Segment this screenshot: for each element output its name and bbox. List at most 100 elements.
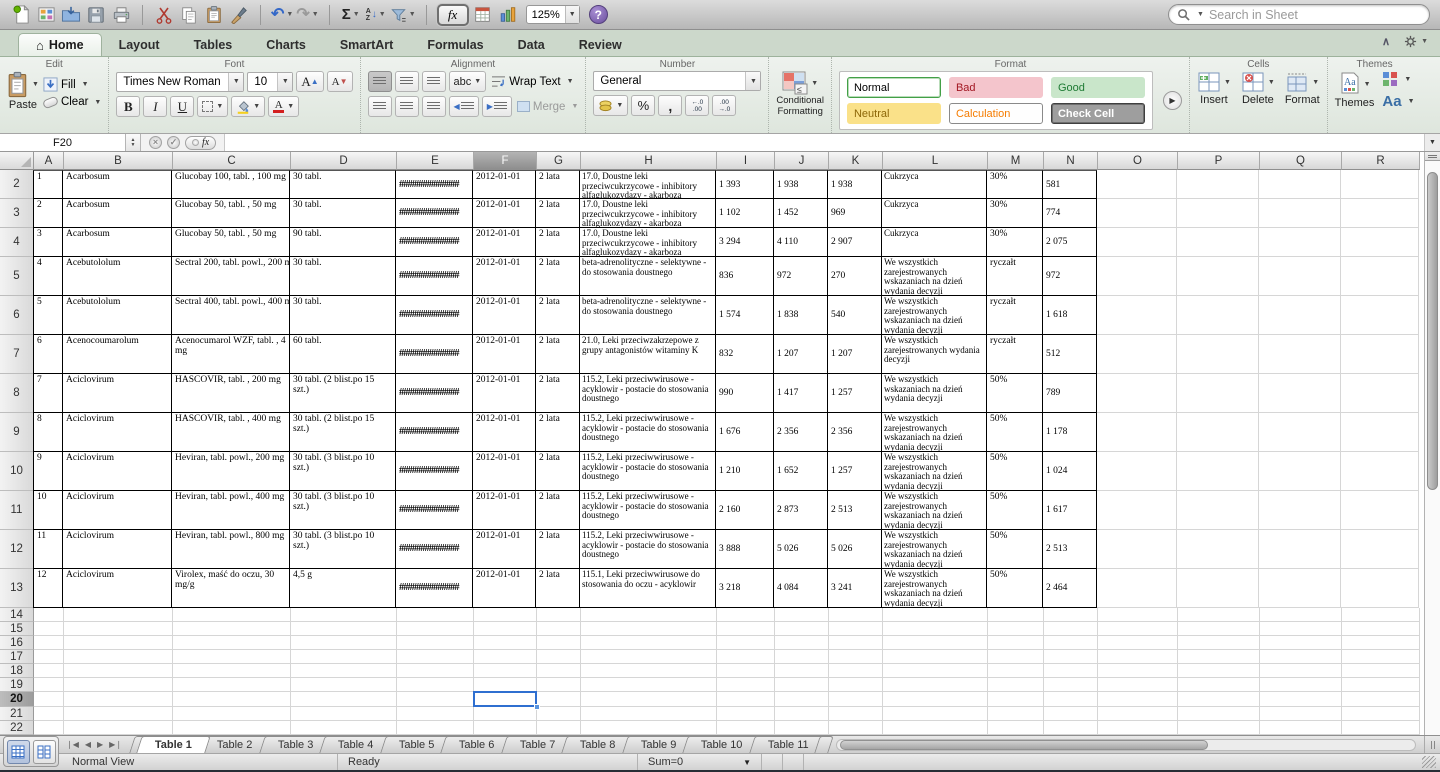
cell-K18[interactable] (829, 664, 883, 678)
cell-G5[interactable]: 2 lata (536, 257, 580, 296)
increase-indent-button[interactable]: ▶ (482, 96, 512, 117)
cell-L7[interactable]: We wszystkich zarejestrowanych wydania d… (882, 335, 987, 374)
formula-bar-dropdown[interactable]: ▼ (1424, 134, 1440, 151)
row-header-4[interactable]: 4 (0, 228, 34, 257)
row-header-21[interactable]: 21 (0, 707, 34, 721)
align-center-button[interactable] (395, 96, 419, 117)
enter-button[interactable]: ✓ (167, 136, 180, 149)
selected-cell-F20[interactable] (474, 692, 537, 707)
format-painter-button[interactable] (228, 3, 250, 27)
cell-C14[interactable] (173, 608, 291, 622)
cell-F9[interactable]: 2012-01-01 (473, 413, 536, 452)
cell-G14[interactable] (537, 608, 581, 622)
row-header-12[interactable]: 12 (0, 530, 34, 569)
cell-L2[interactable]: Cukrzyca (882, 170, 987, 199)
cell-O4[interactable] (1097, 228, 1177, 257)
cell-P6[interactable] (1177, 296, 1259, 335)
cell-O6[interactable] (1097, 296, 1177, 335)
row-header-13[interactable]: 13 (0, 569, 34, 608)
cell-E17[interactable] (397, 650, 474, 664)
column-header-B[interactable]: B (64, 152, 173, 170)
cell-L10[interactable]: We wszystkich zarejestrowanych wskazania… (882, 452, 987, 491)
cell-B19[interactable] (64, 678, 173, 692)
cell-I2[interactable]: 1 393 (716, 170, 774, 199)
cell-H2[interactable]: 17.0, Doustne leki przeciwcukrzycowe - i… (580, 170, 716, 199)
percent-format-button[interactable]: % (631, 95, 655, 116)
cell-N6[interactable]: 1 618 (1043, 296, 1097, 335)
column-header-R[interactable]: R (1342, 152, 1420, 170)
cell-Q20[interactable] (1260, 692, 1342, 707)
cell-Q8[interactable] (1259, 374, 1341, 413)
cell-J18[interactable] (775, 664, 829, 678)
cell-B11[interactable]: Aciclovirum (63, 491, 172, 530)
row-header-19[interactable]: 19 (0, 678, 34, 692)
cell-F17[interactable] (474, 650, 537, 664)
cell-A21[interactable] (34, 707, 64, 721)
cell-J14[interactable] (775, 608, 829, 622)
cell-Q15[interactable] (1260, 622, 1342, 636)
cell-H15[interactable] (581, 622, 717, 636)
cell-M21[interactable] (988, 707, 1044, 721)
cell-K2[interactable]: 1 938 (828, 170, 882, 199)
cell-F10[interactable]: 2012-01-01 (473, 452, 536, 491)
cell-I5[interactable]: 836 (716, 257, 774, 296)
cell-Q6[interactable] (1259, 296, 1341, 335)
column-header-D[interactable]: D (291, 152, 397, 170)
cell-C2[interactable]: Glucobay 100, tabl. , 100 mg (172, 170, 290, 199)
cell-M18[interactable] (988, 664, 1044, 678)
show-formulas-button[interactable] (472, 3, 494, 27)
cell-Q4[interactable] (1259, 228, 1341, 257)
cell-D21[interactable] (291, 707, 397, 721)
cell-B9[interactable]: Aciclovirum (63, 413, 172, 452)
cell-D6[interactable]: 30 tabl. (290, 296, 396, 335)
cell-O11[interactable] (1097, 491, 1177, 530)
cell-G3[interactable]: 2 lata (536, 199, 580, 228)
cell-I15[interactable] (717, 622, 775, 636)
cell-D14[interactable] (291, 608, 397, 622)
cell-F14[interactable] (474, 608, 537, 622)
row-header-15[interactable]: 15 (0, 622, 34, 636)
cell-B3[interactable]: Acarbosum (63, 199, 172, 228)
cell-O19[interactable] (1098, 678, 1178, 692)
column-header-I[interactable]: I (717, 152, 775, 170)
cell-G11[interactable]: 2 lata (536, 491, 580, 530)
align-bottom-button[interactable] (422, 71, 446, 92)
cell-F6[interactable]: 2012-01-01 (473, 296, 536, 335)
cell-K19[interactable] (829, 678, 883, 692)
cell-J16[interactable] (775, 636, 829, 650)
cell-O18[interactable] (1098, 664, 1178, 678)
row-header-6[interactable]: 6 (0, 296, 34, 335)
cell-B12[interactable]: Aciclovirum (63, 530, 172, 569)
cell-R15[interactable] (1342, 622, 1420, 636)
cell-N11[interactable]: 1 617 (1043, 491, 1097, 530)
cell-A5[interactable]: 4 (33, 257, 63, 296)
cell-R13[interactable] (1341, 569, 1419, 608)
open-button[interactable] (60, 3, 82, 27)
cell-C15[interactable] (173, 622, 291, 636)
cell-A2[interactable]: 1 (33, 170, 63, 199)
cell-C22[interactable] (173, 721, 291, 735)
cell-K12[interactable]: 5 026 (828, 530, 882, 569)
format-cells-button[interactable]: ▼ Format (1285, 71, 1320, 106)
decrease-decimal-button[interactable]: .00 →.0 (712, 95, 736, 116)
cell-J17[interactable] (775, 650, 829, 664)
cell-style-check-cell[interactable]: Check Cell (1051, 103, 1145, 124)
cell-M22[interactable] (988, 721, 1044, 735)
cell-style-neutral[interactable]: Neutral (847, 103, 941, 124)
cell-F15[interactable] (474, 622, 537, 636)
themes-button[interactable]: Aa ▼ Themes (1335, 72, 1375, 109)
cell-M20[interactable] (988, 692, 1044, 707)
row-header-7[interactable]: 7 (0, 335, 34, 374)
cell-H17[interactable] (581, 650, 717, 664)
row-header-22[interactable]: 22 (0, 721, 34, 735)
font-family-select[interactable]: Times New Roman ▼ (116, 72, 244, 92)
cell-I7[interactable]: 832 (716, 335, 774, 374)
new-workbook-button[interactable] (10, 3, 32, 27)
cell-D7[interactable]: 60 tabl. (290, 335, 396, 374)
cell-N18[interactable] (1044, 664, 1098, 678)
cell-K11[interactable]: 2 513 (828, 491, 882, 530)
cell-B5[interactable]: Acebutololum (63, 257, 172, 296)
select-all-corner[interactable] (0, 152, 34, 170)
cell-A9[interactable]: 8 (33, 413, 63, 452)
cell-N17[interactable] (1044, 650, 1098, 664)
